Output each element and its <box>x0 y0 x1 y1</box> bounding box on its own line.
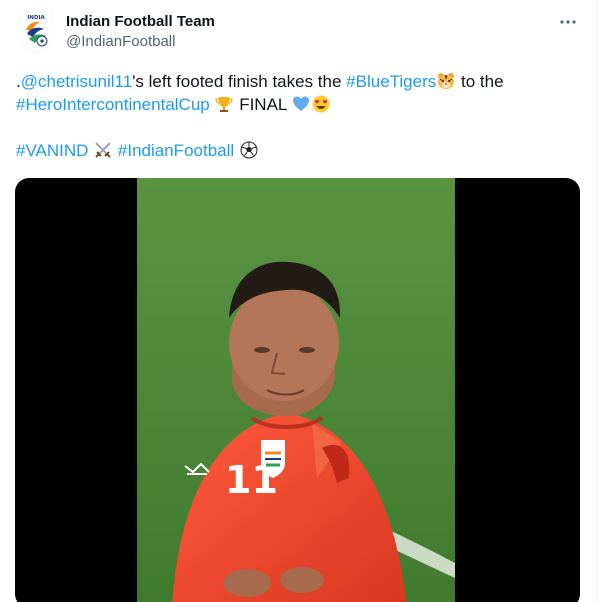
user-handle[interactable]: @IndianFootball <box>66 32 215 52</box>
blue-heart-icon <box>293 96 310 111</box>
tweet-text-line-3: #VANIND #IndianFootball <box>16 139 582 162</box>
hashtag-link-vanind[interactable]: #VANIND <box>16 141 88 160</box>
team-logo-avatar[interactable]: INDIA <box>16 10 56 54</box>
soccer-ball-icon <box>240 141 258 159</box>
hashtag-link-herocup[interactable]: #HeroIntercontinentalCup <box>16 95 210 114</box>
tiger-face-icon <box>438 73 455 89</box>
text-fragment: FINAL <box>234 95 292 114</box>
video-frame-image: 11 <box>137 178 455 602</box>
tweet-header: INDIA Indian Football Team @IndianFootba… <box>16 10 581 58</box>
video-player[interactable]: 11 <box>15 178 580 602</box>
text-fragment: 's left footed finish takes the <box>132 72 347 91</box>
text-fragment: to the <box>456 72 504 91</box>
hashtag-link-bluetigers[interactable]: #BlueTigers <box>346 72 436 91</box>
tweet-text-line-2: #HeroIntercontinentalCup FINAL <box>16 93 582 116</box>
display-name[interactable]: Indian Football Team <box>66 12 215 32</box>
avatar-logo-text: INDIA <box>27 15 45 21</box>
tweet-card: INDIA Indian Football Team @IndianFootba… <box>0 0 598 602</box>
tweet-text-line-1: .@chetrisunil11's left footed finish tak… <box>16 70 582 93</box>
crossed-swords-icon <box>95 142 111 158</box>
trophy-icon <box>215 97 234 112</box>
ellipsis-icon[interactable] <box>557 12 579 32</box>
mention-link[interactable]: @chetrisunil11 <box>21 72 132 91</box>
heart-eyes-icon <box>312 95 330 113</box>
hashtag-link-indianfootball[interactable]: #IndianFootball <box>118 141 234 160</box>
tweet-text: .@chetrisunil11's left footed finish tak… <box>16 70 582 162</box>
author-names: Indian Football Team @IndianFootball <box>66 12 215 52</box>
